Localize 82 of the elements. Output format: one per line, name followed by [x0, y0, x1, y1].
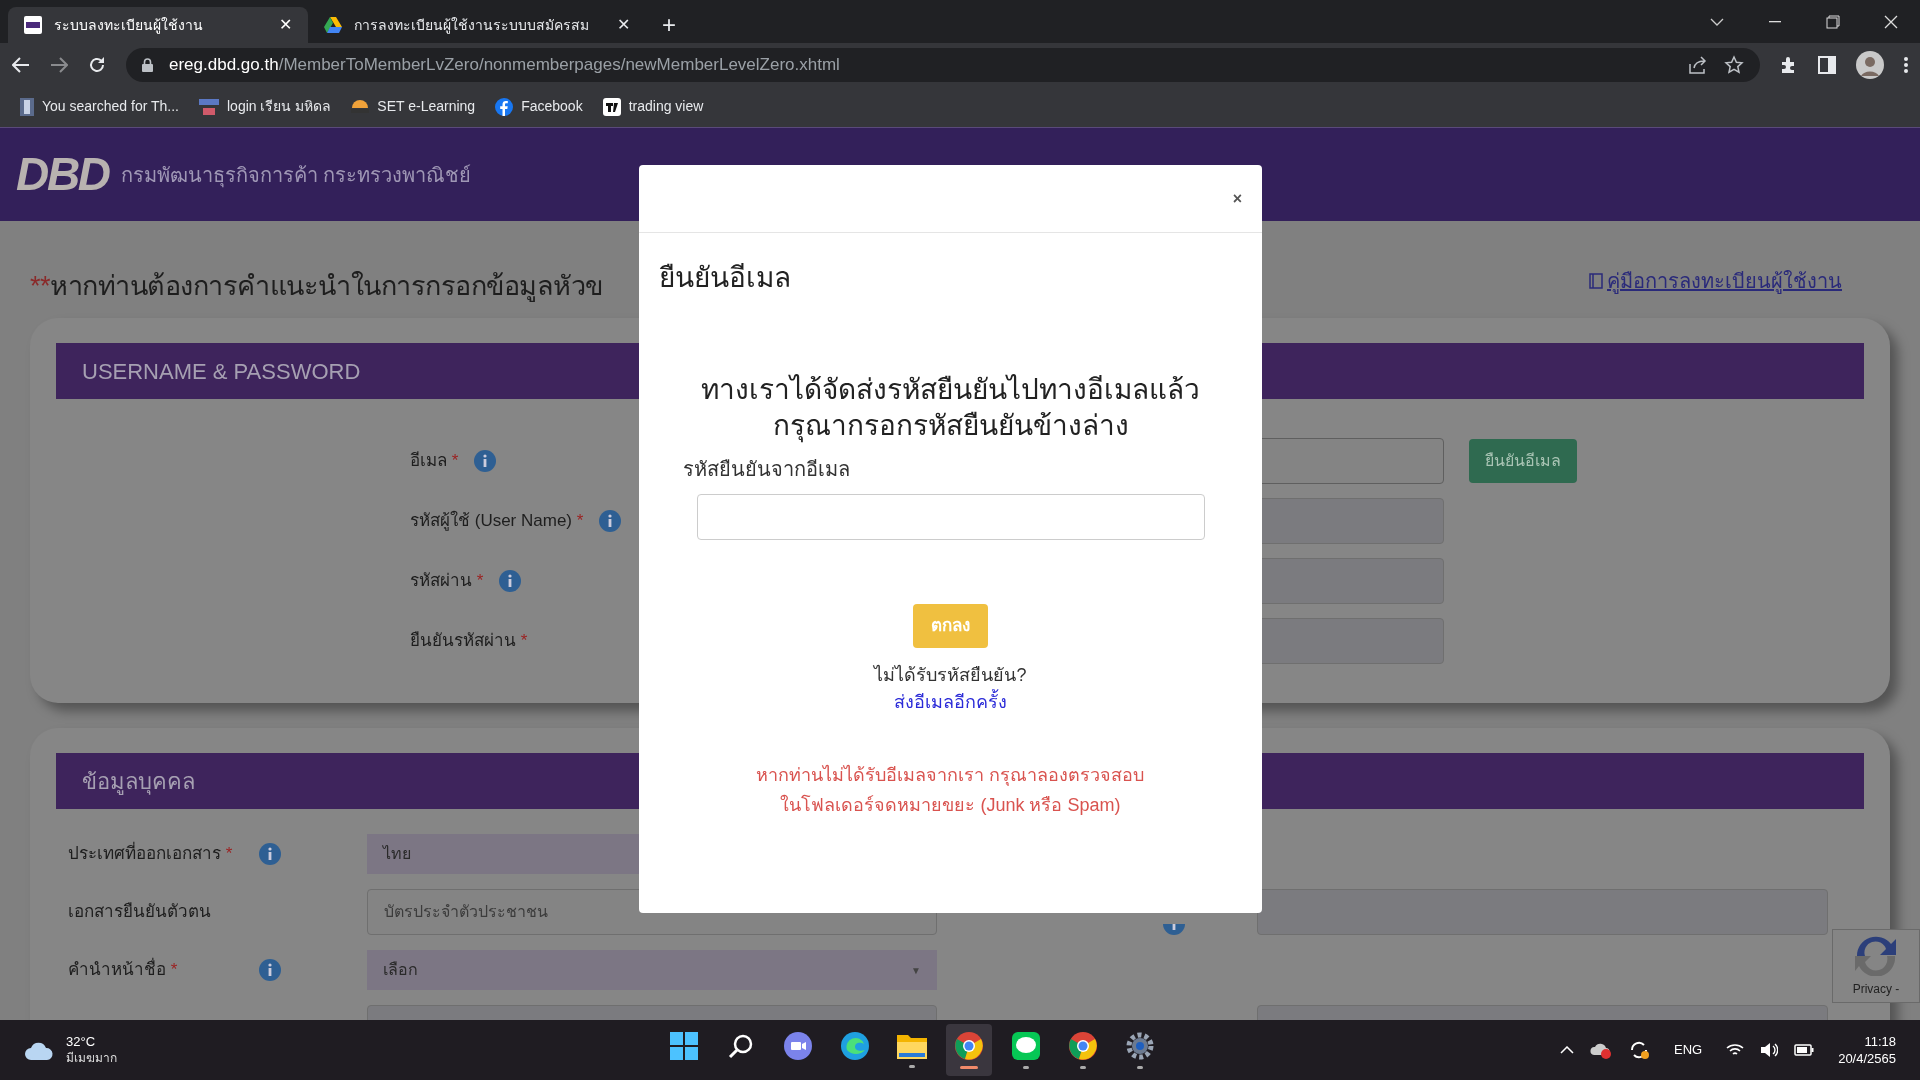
chat-bubble-icon: [1012, 1031, 1040, 1060]
close-button[interactable]: ×: [1232, 186, 1242, 211]
organization-name: กรมพัฒนาธุรกิจการค้า กระทรวงพาณิชย์: [120, 162, 472, 190]
cloud-icon: [24, 1040, 54, 1060]
info-icon[interactable]: [1163, 924, 1185, 935]
input-field[interactable]: [1257, 889, 1828, 935]
message-text: กรุณากรอกรหัสยืนยันข้างล่าง: [772, 409, 1129, 444]
chrome-icon: [1069, 1031, 1097, 1060]
url-domain: ereg.dbd.go.th: [169, 54, 279, 74]
temperature: 32°C: [66, 1034, 97, 1050]
bookmark-icon: [351, 99, 370, 114]
site-logo: DBD: [16, 147, 109, 202]
star-icon[interactable]: [1724, 54, 1744, 75]
recaptcha-logo-icon: [1853, 934, 1899, 976]
forward-icon[interactable]: [50, 56, 68, 73]
field-label: รหัสยืนยันจากอีเมล: [683, 457, 850, 482]
bookmark[interactable]: login เรียน มหิดล: [199, 96, 332, 117]
windows-icon: [670, 1031, 698, 1060]
info-icon[interactable]: [599, 510, 622, 532]
browser-tab[interactable]: ระบบลงทะเบียนผู้ใช้งาน ✕: [8, 7, 308, 43]
address-bar[interactable]: ereg.dbd.go.th/MemberToMemberLvZero/nonmemberpages/newMemberLevelZero.xhtml: [126, 47, 1760, 82]
settings-icon: [1126, 1031, 1154, 1060]
field-label: คำนำหน้าชื่อ *: [68, 957, 243, 983]
field-label: ประเทศที่ออกเอกสาร *: [68, 841, 243, 867]
browser-tab[interactable]: การลงทะเบียนผู้ใช้งานระบบบสมัครสม ✕: [308, 7, 646, 43]
new-tab-button[interactable]: +: [646, 7, 692, 43]
minimize-icon[interactable]: [1769, 20, 1781, 23]
profile-avatar[interactable]: [1856, 50, 1884, 79]
bookmark[interactable]: trading view: [602, 96, 704, 117]
no-code-text: ไม่ได้รับรหัสยืนยัน?: [872, 664, 1028, 687]
bookmark[interactable]: You searched for Th...: [20, 96, 179, 117]
lock-icon: [142, 57, 153, 72]
f-logo-icon: [495, 97, 514, 116]
book-icon: [1589, 273, 1603, 289]
info-icon[interactable]: [474, 450, 497, 472]
field-label: เอกสารยืนยันตัวตน: [68, 901, 212, 924]
bookmark-icon: [602, 97, 621, 116]
field-label: รหัสผู้ใช้ (User Name) *: [410, 509, 584, 533]
menu-icon[interactable]: [1904, 56, 1908, 73]
weather-condition: มีเมฆมาก: [66, 1050, 117, 1066]
close-tab-button[interactable]: ✕: [617, 13, 630, 37]
chrome-icon: [955, 1031, 983, 1060]
caret-icon: ▼: [911, 962, 921, 978]
close-tab-button[interactable]: ✕: [279, 13, 292, 37]
bookmark[interactable]: SET e-Learning: [351, 96, 476, 117]
sync-icon[interactable]: [1628, 1040, 1650, 1060]
back-icon[interactable]: [12, 56, 30, 73]
restore-icon[interactable]: [1826, 14, 1840, 29]
language-indicator[interactable]: ENG: [1666, 1040, 1711, 1060]
triangle-icon: [324, 17, 342, 33]
clock[interactable]: 11:18 20/4/2565: [1838, 1033, 1896, 1067]
bookmark[interactable]: Facebook: [495, 96, 583, 117]
url-path: /MemberToMemberLvZero/nonmemberpages/newMemberLevelZero.xhtml: [278, 54, 840, 74]
wifi-icon[interactable]: [1726, 1043, 1745, 1057]
field-label: รหัสผ่าน *: [410, 570, 484, 593]
field-label: ยืนยันรหัสผ่าน *: [410, 630, 528, 653]
field-label: อีเมล *: [410, 450, 459, 473]
taskbar-app[interactable]: [946, 1024, 992, 1076]
reload-icon[interactable]: [88, 55, 106, 74]
warning-text: หากท่านไม่ได้รับอีเมลจากเรา กรุณาลองตรวจสอบ: [756, 764, 1145, 788]
modal-title: ยืนยันอีเมล: [658, 261, 792, 295]
info-icon[interactable]: [259, 843, 281, 865]
folder-icon: [897, 1032, 927, 1059]
chevron-icon[interactable]: [1710, 17, 1724, 26]
notice-text: **หากท่านต้องการคำแนะนำในการกรอกข้อมูลหัวข: [30, 269, 603, 304]
speaker-icon[interactable]: [1760, 1042, 1779, 1058]
video-camera-icon: [784, 1031, 812, 1060]
info-icon[interactable]: [499, 570, 522, 592]
code-input[interactable]: [696, 494, 1205, 540]
info-icon[interactable]: [259, 959, 281, 981]
bookmark-icon: [20, 97, 34, 116]
edge-icon: [841, 1031, 869, 1060]
search-icon: [728, 1032, 754, 1059]
recaptcha-badge[interactable]: Privacy -: [1832, 929, 1920, 1003]
close-icon[interactable]: [1884, 14, 1898, 29]
share-icon[interactable]: [1688, 55, 1708, 74]
side-panel-icon[interactable]: [1818, 55, 1836, 74]
weather-widget[interactable]: 32°C มีเมฆมาก: [24, 1034, 424, 1066]
bookmark-icon: [199, 97, 219, 116]
logo-icon: [24, 16, 42, 34]
cloud-icon[interactable]: [1590, 1041, 1612, 1059]
battery-icon[interactable]: [1794, 1043, 1815, 1057]
